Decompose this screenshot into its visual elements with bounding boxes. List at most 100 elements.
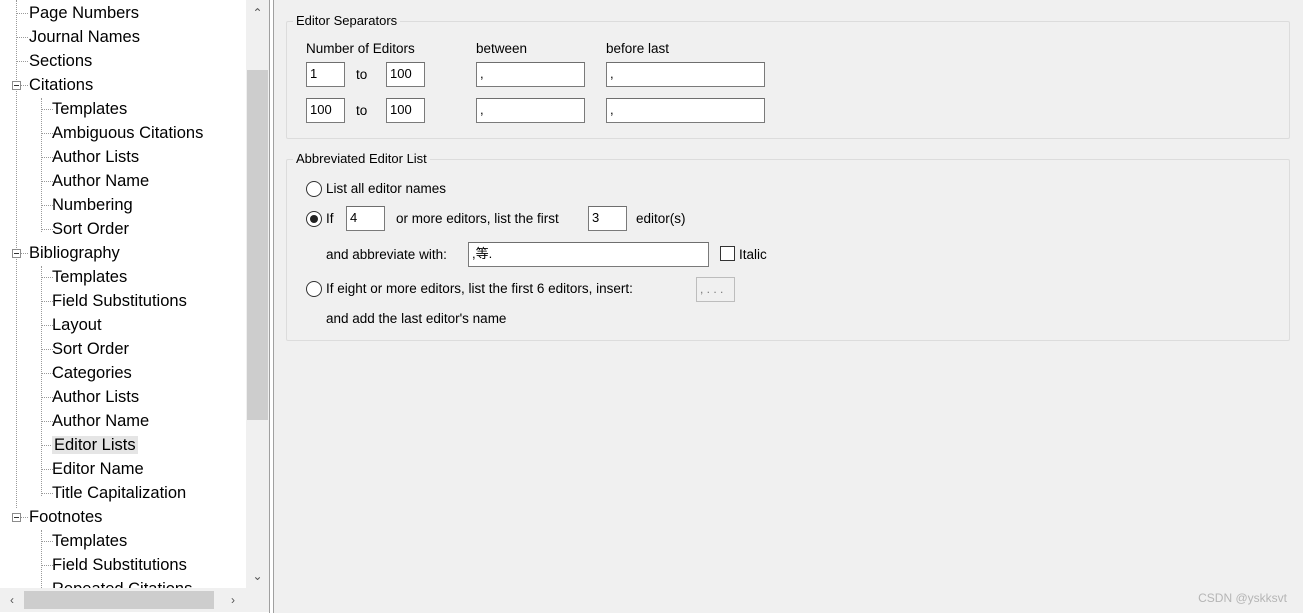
eight-or-more-radio[interactable] <box>306 281 322 297</box>
tree-item[interactable]: Repeated Citations <box>52 578 192 588</box>
tree-item[interactable]: Bibliography <box>29 242 120 264</box>
row1-from-input[interactable]: 1 <box>306 62 345 87</box>
eight-or-more-label[interactable]: If eight or more editors, list the first… <box>326 280 633 298</box>
style-tree-panel: Page Numbers Journal Names Sections Citatio… <box>0 0 270 613</box>
tree-item-label: Page Numbers <box>29 4 140 22</box>
tree-item[interactable]: Field Substitutions <box>52 554 187 576</box>
abbreviate-if-radio[interactable] <box>306 211 322 227</box>
scrollbar-corner <box>246 588 269 612</box>
horizontal-scroll-thumb[interactable] <box>24 591 214 609</box>
tree-item[interactable]: Numbering <box>52 194 133 216</box>
tree-item-label: Field Substitutions <box>52 556 187 574</box>
add-last-editor-label: and add the last editor's name <box>326 311 507 326</box>
collapse-minus-icon[interactable] <box>12 81 21 90</box>
tree-item-label: Journal Names <box>29 28 140 46</box>
tree-item-label: Sort Order <box>52 340 130 358</box>
tree-item-label: Ambiguous Citations <box>52 124 204 142</box>
tree-connector <box>17 13 28 14</box>
tree-item[interactable]: Citations <box>29 74 93 96</box>
tree-item-label: Templates <box>52 268 128 286</box>
tree-item-label: Title Capitalization <box>52 484 187 502</box>
list-all-editors-radio[interactable] <box>306 181 322 197</box>
tree-item[interactable]: Sort Order <box>52 338 129 360</box>
tree-vertical-scrollbar[interactable]: ⌃ ⌄ <box>246 0 269 588</box>
tree-item[interactable]: Templates <box>52 98 127 120</box>
tree-item-label: Editor Lists <box>52 436 138 454</box>
editor-separators-legend: Editor Separators <box>293 13 401 29</box>
before-last-header: before last <box>606 41 670 56</box>
scroll-right-arrow-icon[interactable]: › <box>222 588 244 612</box>
tree-item-label: Editor Name <box>52 460 144 478</box>
abbreviate-with-input[interactable]: ,等. <box>468 242 709 267</box>
tree-item-label: Numbering <box>52 196 133 214</box>
min-editors-input[interactable]: 4 <box>346 206 385 231</box>
collapse-minus-icon[interactable] <box>12 249 21 258</box>
tree-item[interactable]: Page Numbers <box>29 2 139 24</box>
tree-item-label: Sort Order <box>52 220 130 238</box>
tree-item-label: Categories <box>52 364 132 382</box>
list-all-editors-label[interactable]: List all editor names <box>326 180 446 198</box>
tree-guide-line <box>41 98 42 232</box>
tree-item[interactable]: Templates <box>52 266 127 288</box>
vertical-scroll-thumb[interactable] <box>247 70 268 420</box>
tree-item[interactable]: Author Name <box>52 410 149 432</box>
tree-item[interactable]: Sort Order <box>52 218 129 240</box>
tree-item-label: Field Substitutions <box>52 292 187 310</box>
tree-item-label: Author Lists <box>52 388 140 406</box>
tree-horizontal-scrollbar[interactable]: ‹ › <box>0 588 246 612</box>
abbreviated-editor-list-group: Abbreviated Editor List List all editor … <box>286 151 1290 341</box>
row2-to-label: to <box>356 103 368 118</box>
row1-between-input[interactable]: , <box>476 62 585 87</box>
tree-item-label: Author Lists <box>52 148 140 166</box>
tree-item[interactable]: Editor Name <box>52 458 144 480</box>
collapse-minus-icon[interactable] <box>12 513 21 522</box>
tree-item-label: Author Name <box>52 172 150 190</box>
tree-item[interactable]: Author Name <box>52 170 149 192</box>
tree-item-label: Citations <box>29 76 94 94</box>
between-header: between <box>476 41 528 56</box>
row1-before-last-input[interactable]: , <box>606 62 765 87</box>
number-of-editors-header: Number of Editors <box>306 41 415 56</box>
tree-item[interactable]: Templates <box>52 530 127 552</box>
row2-from-input[interactable]: 100 <box>306 98 345 123</box>
style-tree: Page Numbers Journal Names Sections Citatio… <box>0 0 246 588</box>
scroll-down-arrow-icon[interactable]: ⌄ <box>246 565 269 587</box>
scroll-left-arrow-icon[interactable]: ‹ <box>1 588 23 612</box>
row2-between-input[interactable]: , <box>476 98 585 123</box>
tree-item[interactable]: Sections <box>29 50 92 72</box>
editor-separators-group: Editor Separators Number of Editors betw… <box>286 13 1290 139</box>
tree-item-label: Footnotes <box>29 508 103 526</box>
abbreviate-with-label: and abbreviate with: <box>326 247 447 262</box>
tree-item[interactable]: Journal Names <box>29 26 140 48</box>
tree-item[interactable]: Title Capitalization <box>52 482 186 504</box>
italic-label[interactable]: Italic <box>739 246 767 264</box>
tree-item-label: Templates <box>52 100 128 118</box>
scroll-up-arrow-icon[interactable]: ⌃ <box>246 2 269 24</box>
tree-item[interactable]: Ambiguous Citations <box>52 122 203 144</box>
tree-item-label: Repeated Citations <box>52 580 192 588</box>
or-more-editors-label: or more editors, list the first <box>396 211 559 226</box>
tree-item[interactable]: Layout <box>52 314 102 336</box>
tree-item-label: Layout <box>52 316 102 334</box>
italic-checkbox[interactable] <box>720 246 735 261</box>
tree-item-label: Templates <box>52 532 128 550</box>
row2-before-last-input[interactable]: , <box>606 98 765 123</box>
row1-to-label: to <box>356 67 368 82</box>
tree-item[interactable]: Editor Lists <box>52 434 138 456</box>
tree-item[interactable]: Author Lists <box>52 146 139 168</box>
tree-item[interactable]: Author Lists <box>52 386 139 408</box>
abbreviated-editor-list-legend: Abbreviated Editor List <box>293 151 430 167</box>
row2-to-input[interactable]: 100 <box>386 98 425 123</box>
tree-item[interactable]: Categories <box>52 362 132 384</box>
tree-connector <box>17 61 28 62</box>
list-first-count-input[interactable]: 3 <box>588 206 627 231</box>
tree-item[interactable]: Field Substitutions <box>52 290 187 312</box>
tree-item[interactable]: Footnotes <box>29 506 102 528</box>
abbreviate-if-label[interactable]: If <box>326 210 334 228</box>
tree-item-label: Bibliography <box>29 244 120 262</box>
insert-text-input[interactable]: , . . . <box>696 277 735 302</box>
tree-item-label: Sections <box>29 52 93 70</box>
editor-lists-panel: Editor Separators Number of Editors betw… <box>273 0 1303 613</box>
tree-guide-line <box>41 530 42 588</box>
row1-to-input[interactable]: 100 <box>386 62 425 87</box>
